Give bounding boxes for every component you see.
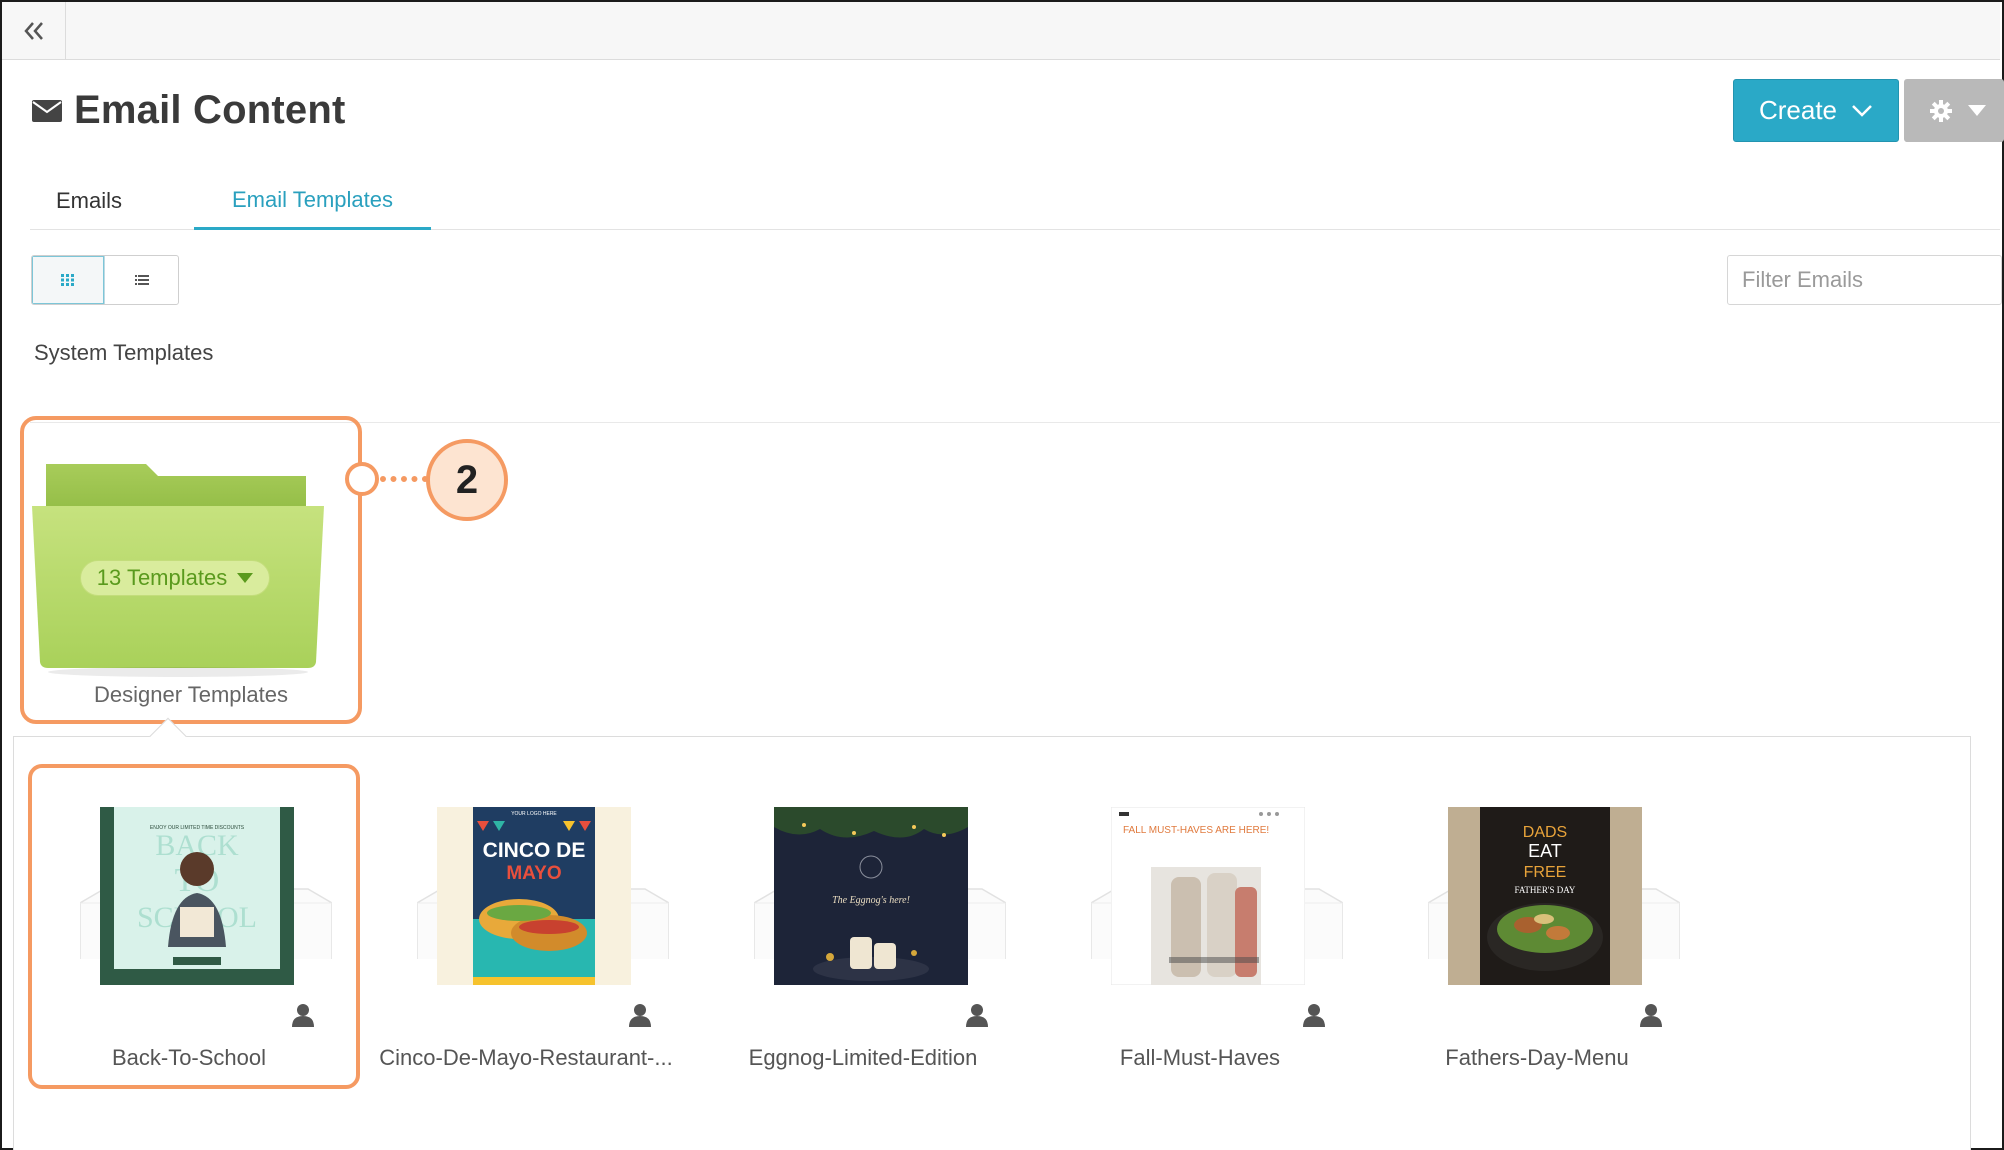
envelope-icon — [32, 99, 62, 122]
tab-email-templates[interactable]: Email Templates — [194, 172, 431, 230]
thumb-fathers4: FATHER'S DAY — [1515, 885, 1576, 895]
template-name: Fathers-Day-Menu — [1445, 1045, 1629, 1070]
filter-emails-input[interactable] — [1727, 255, 2002, 305]
thumb-cinco-big1: CINCO DE — [483, 839, 586, 862]
template-card-cinco-de-mayo[interactable]: YOUR LOGO HERE CINCO DE MAYO Cinco-De-Ma… — [379, 737, 673, 1070]
settings-menu-button[interactable] — [1904, 79, 2004, 142]
templates-count-label: 13 Templates — [96, 565, 228, 590]
tab-emails[interactable]: Emails — [30, 172, 148, 230]
user-icon — [1303, 1004, 1325, 1027]
thumb-eggnog: The Eggnog's here! — [832, 895, 910, 906]
section-label: System Templates — [34, 340, 214, 365]
thumb-fathers2: EAT — [1528, 841, 1562, 861]
caret-down-icon — [1968, 104, 1986, 116]
thumb-fathers3: FREE — [1524, 864, 1567, 881]
template-name: Back-To-School — [111, 1045, 267, 1070]
template-name: Eggnog-Limited-Edition — [748, 1045, 978, 1070]
template-thumbnail: DADS EAT FREE FATHER'S DAY — [1448, 807, 1642, 985]
list-view-button[interactable] — [105, 256, 178, 304]
page-title: Email Content — [74, 88, 346, 132]
top-bar — [2, 2, 2000, 60]
page-header: Email Content — [32, 88, 346, 133]
caret-down-icon — [237, 573, 254, 583]
template-card-back-to-school[interactable]: ENJOY OUR LIMITED TIME DISCOUNTS BACK TO… — [44, 737, 334, 1070]
grid-view-button[interactable] — [32, 256, 105, 304]
view-toggle — [31, 255, 179, 305]
collapse-sidebar-button[interactable] — [2, 2, 66, 60]
tab-bar: Emails Email Templates — [30, 172, 2000, 230]
thumb-fathers1: DADS — [1523, 824, 1567, 841]
template-thumbnail: YOUR LOGO HERE CINCO DE MAYO — [437, 807, 631, 985]
callout-number-badge: 2 — [426, 439, 508, 521]
folder-name: Designer Templates — [93, 682, 289, 707]
template-card-fathers-day-menu[interactable]: DADS EAT FREE FATHER'S DAY Fathers-Day-M… — [1392, 737, 1682, 1070]
thumb-cinco-big2: MAYO — [506, 863, 561, 884]
callout-anchor — [345, 462, 379, 496]
user-icon — [629, 1004, 651, 1027]
user-icon — [1640, 1004, 1662, 1027]
templates-count-badge[interactable]: 13 Templates — [80, 560, 270, 596]
create-button[interactable]: Create — [1733, 79, 1899, 142]
create-label: Create — [1758, 95, 1838, 125]
user-icon — [292, 1004, 314, 1027]
thumb-fall: FALL MUST-HAVES ARE HERE! — [1123, 825, 1269, 836]
list-icon — [134, 275, 149, 285]
gear-icon — [1930, 99, 1952, 122]
user-icon — [966, 1004, 988, 1027]
template-card-fall-must-haves[interactable]: FALL MUST-HAVES ARE HERE! Fall-Must-Have… — [1055, 737, 1345, 1070]
chevron-down-icon — [1852, 104, 1872, 117]
callout-connector — [380, 476, 428, 482]
template-thumbnail: ENJOY OUR LIMITED TIME DISCOUNTS BACK TO… — [100, 807, 294, 985]
template-name: Fall-Must-Haves — [1119, 1045, 1281, 1070]
thumb-cinco-top: YOUR LOGO HERE — [511, 811, 557, 817]
grid-icon — [61, 274, 74, 286]
double-chevron-left-icon — [23, 22, 43, 40]
template-thumbnail: FALL MUST-HAVES ARE HERE! — [1111, 807, 1305, 985]
template-thumbnail: The Eggnog's here! — [774, 807, 968, 985]
template-card-eggnog-limited-edition[interactable]: The Eggnog's here! Eggnog-Limited-Editio… — [718, 737, 1008, 1070]
designer-templates-folder[interactable]: 13 Templates Designer Templates — [20, 416, 362, 724]
template-name: Cinco-De-Mayo-Restaurant-... — [379, 1045, 673, 1070]
templates-panel: ENJOY OUR LIMITED TIME DISCOUNTS BACK TO… — [13, 736, 1971, 1150]
